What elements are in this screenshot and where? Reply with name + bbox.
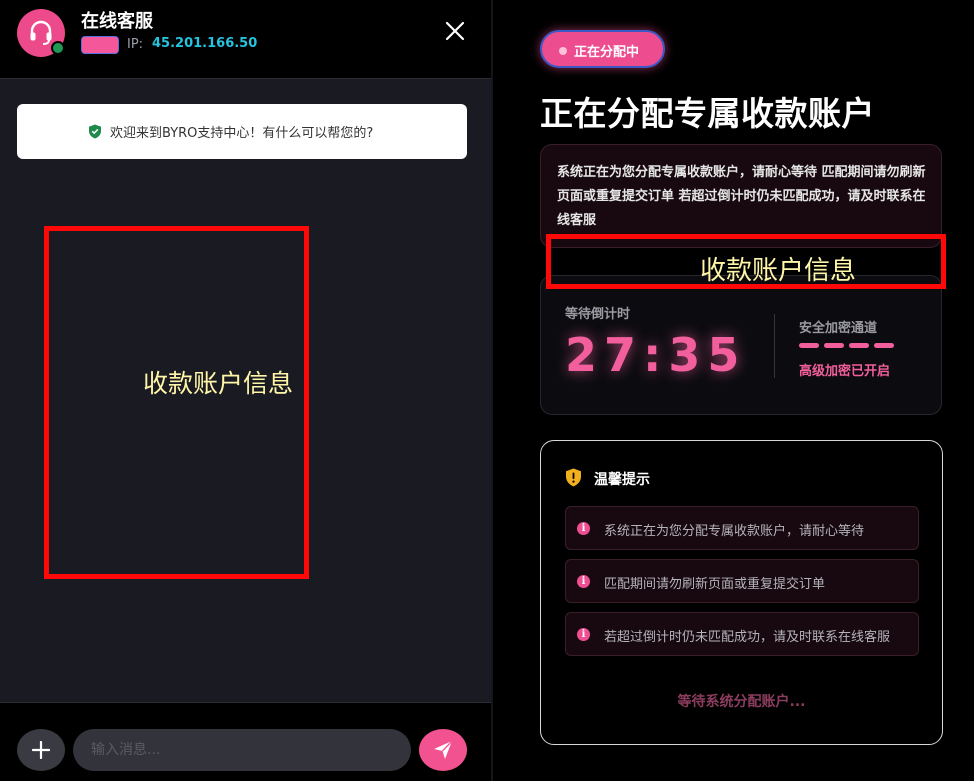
info-text: 系统正在为您分配专属收款账户，请耐心等待 匹配期间请勿刷新页面或重复提交订单 若… [557, 165, 926, 228]
countdown-value: 27:35 [565, 328, 747, 382]
welcome-message: 欢迎来到BYRO支持中心！有什么可以帮您的? [17, 104, 467, 159]
waiting-status-text: 等待系统分配账户... [677, 694, 806, 710]
online-status-dot [51, 41, 65, 55]
welcome-text: 欢迎来到BYRO支持中心！有什么可以帮您的? [110, 126, 374, 141]
send-button[interactable] [419, 729, 467, 771]
secure-channel-status: 高级加密已开启 [799, 364, 891, 379]
add-attachment-button[interactable] [17, 729, 65, 771]
page-title: 正在分配专属收款账户 [540, 94, 875, 133]
tips-card: 温馨提示 i 系统正在为您分配专属收款账户，请耐心等待 i 匹配期间请勿刷新页面… [540, 440, 943, 745]
tip-item: i 若超过倒计时仍未匹配成功，请及时联系在线客服 [565, 612, 919, 656]
countdown-label: 等待倒计时 [565, 307, 631, 322]
close-button[interactable] [442, 18, 468, 44]
secure-channel-label: 安全加密通道 [799, 321, 878, 336]
chat-header: 在线客服 IP: 45.201.166.50 [0, 0, 491, 79]
shield-alert-icon [566, 468, 581, 487]
redaction-box [44, 226, 309, 579]
tips-title: 温馨提示 [594, 472, 650, 488]
chat-panel: 在线客服 IP: 45.201.166.50 欢迎来到BYRO支持中心！有什么可… [0, 0, 491, 781]
agent-name: 在线客服 [81, 11, 153, 32]
shield-icon [89, 124, 101, 139]
info-icon: i [577, 522, 590, 535]
countdown-separator [774, 314, 775, 378]
tip-text: 若超过倒计时仍未匹配成功，请及时联系在线客服 [604, 630, 891, 645]
secure-progress-bars [799, 343, 894, 349]
countdown-card: 等待倒计时 27:35 安全加密通道 高级加密已开启 [540, 275, 942, 415]
status-text: 正在分配中 [574, 45, 640, 60]
redaction-label: 收款账户信息 [143, 369, 294, 398]
info-icon: i [577, 575, 590, 588]
plus-icon [31, 740, 51, 760]
info-icon: i [577, 628, 590, 641]
status-dot [559, 47, 567, 55]
redacted-tag [81, 36, 119, 54]
chat-footer [0, 702, 491, 781]
info-notice: 系统正在为您分配专属收款账户，请耐心等待 匹配期间请勿刷新页面或重复提交订单 若… [540, 144, 942, 248]
tip-text: 系统正在为您分配专属收款账户，请耐心等待 [604, 524, 865, 539]
message-input[interactable] [73, 729, 411, 771]
tip-text: 匹配期间请勿刷新页面或重复提交订单 [604, 577, 826, 592]
headset-icon [30, 20, 52, 45]
close-icon [445, 21, 465, 41]
redaction-label: 收款账户信息 [700, 256, 857, 286]
tip-item: i 匹配期间请勿刷新页面或重复提交订单 [565, 559, 919, 603]
send-icon [434, 740, 453, 759]
tip-item: i 系统正在为您分配专属收款账户，请耐心等待 [565, 506, 919, 550]
status-badge: 正在分配中 [540, 30, 665, 68]
ip-value: 45.201.166.50 [152, 36, 258, 51]
ip-label: IP: [127, 37, 144, 52]
allocation-panel: 正在分配中 正在分配专属收款账户 系统正在为您分配专属收款账户，请耐心等待 匹配… [493, 0, 974, 781]
